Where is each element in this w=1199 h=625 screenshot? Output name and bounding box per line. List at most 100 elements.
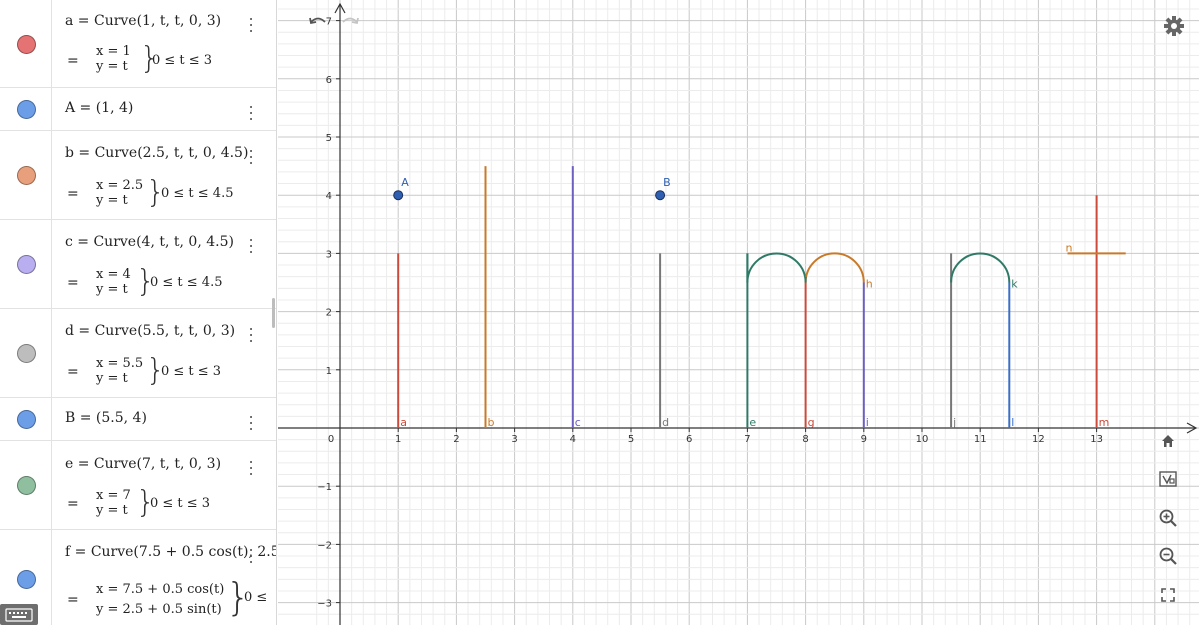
y-tick-label: 3 bbox=[326, 249, 332, 260]
curve-system: x = 2.5 y = t bbox=[96, 178, 143, 208]
algebra-item-e[interactable]: e = Curve(7, t, t, 0, 3) ... = x = 7 y =… bbox=[0, 441, 276, 530]
x-expression: x = 7.5 + 0.5 cos(t) bbox=[96, 582, 225, 597]
redo-icon bbox=[342, 17, 359, 25]
visibility-marble[interactable] bbox=[17, 166, 36, 185]
x-tick-label: 10 bbox=[916, 434, 929, 445]
algebra-item-B[interactable]: B = (5.5, 4) ... bbox=[0, 398, 276, 441]
home-icon bbox=[1162, 435, 1174, 447]
algebra-item-A[interactable]: A = (1, 4) ... bbox=[0, 88, 276, 131]
more-menu-icon[interactable]: ... bbox=[244, 538, 258, 566]
curve-system: x = 7.5 + 0.5 cos(t) y = 2.5 + 0.5 sin(t… bbox=[96, 580, 224, 620]
x-expression: x = 1 bbox=[96, 44, 131, 59]
curve-system: x = 7 y = t bbox=[96, 488, 131, 518]
definition-text[interactable]: A = (1, 4) bbox=[65, 100, 133, 116]
x-expression: x = 7 bbox=[96, 488, 131, 503]
visibility-marble[interactable] bbox=[17, 570, 36, 589]
zoom-out-button[interactable] bbox=[1153, 541, 1183, 571]
curve-label-a: a bbox=[400, 416, 407, 429]
definition-text[interactable]: a = Curve(1, t, t, 0, 3) bbox=[65, 13, 221, 29]
x-tick-label: 11 bbox=[974, 434, 987, 445]
y-tick-label: 2 bbox=[326, 308, 332, 319]
arc-curve-h bbox=[804, 252, 865, 283]
algebra-view: a = Curve(1, t, t, 0, 3) ... = x = 1 y =… bbox=[0, 0, 277, 625]
x-tick-label: 2 bbox=[453, 434, 459, 445]
visibility-marble[interactable] bbox=[17, 476, 36, 495]
visibility-toggle[interactable] bbox=[0, 0, 52, 87]
visibility-marble[interactable] bbox=[17, 344, 36, 363]
x-expression: x = 5.5 bbox=[96, 356, 144, 371]
undo-icon bbox=[309, 17, 326, 25]
algebra-scrollbar[interactable] bbox=[272, 298, 275, 328]
more-menu-icon[interactable]: ... bbox=[244, 95, 258, 123]
visibility-marble[interactable] bbox=[17, 100, 36, 119]
curve-label-h: h bbox=[866, 278, 873, 291]
curve-system: x = 4 y = t bbox=[96, 267, 131, 297]
zoom-in-button[interactable] bbox=[1153, 503, 1183, 533]
more-menu-icon[interactable]: ... bbox=[244, 317, 258, 345]
x-tick-label: 6 bbox=[686, 434, 692, 445]
settings-button[interactable] bbox=[1162, 14, 1186, 38]
fullscreen-button[interactable] bbox=[1153, 580, 1183, 610]
x-tick-label: 13 bbox=[1090, 434, 1103, 445]
equals-sign: = bbox=[67, 275, 79, 291]
equals-sign: = bbox=[67, 186, 79, 202]
visibility-toggle[interactable] bbox=[0, 88, 52, 130]
curve-label-i: i bbox=[866, 416, 869, 429]
visibility-toggle[interactable] bbox=[0, 441, 52, 529]
more-menu-icon[interactable]: ... bbox=[244, 228, 258, 256]
curve-label-e: e bbox=[749, 416, 756, 429]
more-menu-icon[interactable]: ... bbox=[244, 450, 258, 478]
visibility-marble[interactable] bbox=[17, 255, 36, 274]
geogebra-app: a = Curve(1, t, t, 0, 3) ... = x = 1 y =… bbox=[0, 0, 1199, 625]
graphing-style-icon bbox=[1159, 471, 1177, 487]
keyboard-icon bbox=[5, 608, 33, 622]
algebra-item-a[interactable]: a = Curve(1, t, t, 0, 3) ... = x = 1 y =… bbox=[0, 0, 276, 88]
more-menu-icon[interactable]: ... bbox=[244, 405, 258, 433]
visibility-toggle[interactable] bbox=[0, 398, 52, 440]
definition-text[interactable]: b = Curve(2.5, t, t, 0, 4.5) bbox=[65, 145, 248, 161]
visibility-marble[interactable] bbox=[17, 35, 36, 54]
equals-sign: = bbox=[67, 592, 79, 608]
more-menu-icon[interactable]: ... bbox=[244, 139, 258, 167]
point-A bbox=[393, 190, 404, 201]
coordinate-plane[interactable]: 1 2 3 4 5 6 7 8 9 10 11 12 131234567−1−2−30a b c d e g i j l… bbox=[278, 0, 1199, 625]
curve-system: x = 1 y = t bbox=[96, 44, 131, 74]
algebra-item-c[interactable]: c = Curve(4, t, t, 0, 4.5) ... = x = 4 y… bbox=[0, 220, 276, 309]
curve-label-b: b bbox=[488, 416, 495, 429]
redo-button[interactable] bbox=[340, 14, 360, 28]
visibility-marble[interactable] bbox=[17, 410, 36, 429]
curve-label-c: c bbox=[575, 416, 581, 429]
x-tick-label: 12 bbox=[1032, 434, 1045, 445]
point-label-A: A bbox=[401, 176, 409, 189]
definition-text[interactable]: d = Curve(5.5, t, t, 0, 3) bbox=[65, 323, 235, 339]
x-tick-label: 9 bbox=[861, 434, 867, 445]
origin-label: 0 bbox=[328, 434, 334, 445]
equals-sign: = bbox=[67, 53, 79, 69]
algebra-item-d[interactable]: d = Curve(5.5, t, t, 0, 3) ... = x = 5.5… bbox=[0, 309, 276, 398]
x-expression: x = 2.5 bbox=[96, 178, 144, 193]
visibility-toggle[interactable] bbox=[0, 131, 52, 219]
home-button[interactable] bbox=[1153, 426, 1183, 456]
y-tick-label: 5 bbox=[326, 133, 332, 144]
keyboard-button[interactable] bbox=[0, 604, 38, 625]
curve-label-k: k bbox=[1011, 278, 1018, 291]
more-menu-icon[interactable]: ... bbox=[244, 7, 258, 35]
visibility-toggle[interactable] bbox=[0, 220, 52, 308]
definition-text[interactable]: e = Curve(7, t, t, 0, 3) bbox=[65, 456, 221, 472]
curve-label-j: j bbox=[952, 416, 956, 429]
definition-text[interactable]: B = (5.5, 4) bbox=[65, 410, 147, 426]
undo-button[interactable] bbox=[308, 14, 328, 28]
definition-text[interactable]: c = Curve(4, t, t, 0, 4.5) bbox=[65, 234, 234, 250]
visibility-toggle[interactable] bbox=[0, 309, 52, 397]
graphics-view[interactable]: 1 2 3 4 5 6 7 8 9 10 11 12 13 1 2 3 4 5 6 7 −1 −2 −3 0 a b c d e g i j l… bbox=[278, 0, 1199, 625]
algebra-item-f[interactable]: f = Curve(7.5 + 0.5 cos(t), 2.5 - ... = … bbox=[0, 530, 276, 625]
parameter-range: 0 ≤ t ≤ 3 bbox=[150, 496, 211, 511]
graphing-style-button[interactable] bbox=[1153, 464, 1183, 494]
y-expression: y = t bbox=[96, 371, 128, 386]
y-expression: y = 2.5 + 0.5 sin(t) bbox=[96, 602, 222, 617]
x-tick-label: 1 bbox=[395, 434, 401, 445]
y-tick-label: 6 bbox=[326, 75, 332, 86]
zoom-in-icon bbox=[1159, 509, 1177, 527]
algebra-item-b[interactable]: b = Curve(2.5, t, t, 0, 4.5) ... = x = 2… bbox=[0, 131, 276, 220]
x-tick-label: 4 bbox=[570, 434, 576, 445]
